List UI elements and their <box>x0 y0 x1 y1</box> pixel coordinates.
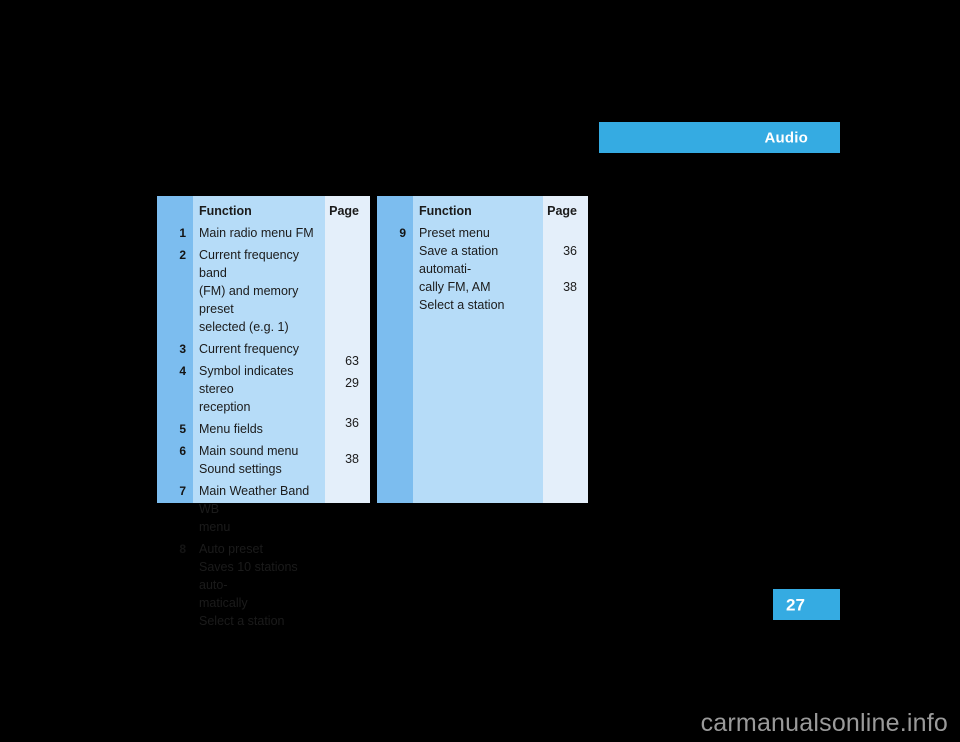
table-left-page-column: Page 63 29 36 38 <box>325 196 370 503</box>
table-right-function-column: Function 9 Preset menu Save a station au… <box>399 196 543 503</box>
row-index: 6 <box>179 444 186 458</box>
row-index: 8 <box>179 542 186 556</box>
row-page-number <box>325 290 370 308</box>
row-function-text: Current frequency band (FM) and memory p… <box>199 248 300 334</box>
table-row: 9 Preset menu Save a station automati- c… <box>399 224 543 314</box>
table-row: 7 Main Weather Band WB menu <box>179 482 325 536</box>
table-row-page <box>325 246 370 264</box>
row-page-number: 63 <box>345 354 359 368</box>
table-row-page: 36 38 <box>543 224 588 296</box>
row-page-number: 29 <box>345 376 359 390</box>
table-row: 8 Auto preset Saves 10 stations auto- ma… <box>179 540 325 630</box>
row-function-text: Current frequency <box>199 342 300 356</box>
column-header-function: Function <box>199 204 252 218</box>
table-row: 1 Main radio menu FM <box>179 224 325 242</box>
row-function-text: Main sound menu Sound settings <box>199 444 299 476</box>
section-header-bar: Audio <box>599 122 840 153</box>
row-function-text: Preset menu Save a station automati- cal… <box>419 226 505 312</box>
row-index: 3 <box>179 342 186 356</box>
table-header-row: Page <box>325 202 370 220</box>
row-function-text: Symbol indicates stereo reception <box>199 364 294 414</box>
row-index: 7 <box>179 484 186 498</box>
row-index: 4 <box>179 364 186 378</box>
table-row-page <box>325 268 370 286</box>
row-function-text: Main Weather Band WB menu <box>199 484 310 534</box>
row-page-number <box>325 268 370 286</box>
table-row-page <box>325 312 370 330</box>
table-row-page: 29 <box>325 374 370 392</box>
table-row: 3 Current frequency <box>179 340 325 358</box>
table-row: 4 Symbol indicates stereo reception <box>179 362 325 416</box>
row-page-number <box>325 246 370 264</box>
page-number-box: 27 <box>773 589 840 620</box>
row-index: 1 <box>179 226 186 240</box>
row-index: 5 <box>179 422 186 436</box>
column-header-function: Function <box>419 204 472 218</box>
legend-table-right: Function 9 Preset menu Save a station au… <box>377 196 588 503</box>
table-header-row: Function <box>193 202 325 220</box>
page-number-label: 27 <box>786 595 805 614</box>
table-row-page: 63 <box>325 334 370 370</box>
column-header-page: Page <box>547 204 577 218</box>
row-function-text: Main radio menu FM <box>199 226 314 240</box>
table-row-page: 36 38 <box>325 396 370 468</box>
table-right-page-values: Page 36 38 <box>543 202 588 296</box>
table-row: 5 Menu fields <box>179 420 325 438</box>
legend-table-left: Function 1 Main radio menu FM 2 Current … <box>157 196 370 628</box>
row-function-text: Menu fields <box>199 422 263 436</box>
table-row: 2 Current frequency band (FM) and memory… <box>179 246 325 336</box>
table-left-page-values: Page 63 29 36 38 <box>325 202 370 468</box>
table-left-function-rows: Function 1 Main radio menu FM 2 Current … <box>179 202 325 630</box>
table-right-edge-stripe <box>377 196 413 503</box>
section-header-label: Audio <box>764 129 808 146</box>
row-page-number <box>325 312 370 330</box>
row-index: 2 <box>179 248 186 262</box>
table-header-row: Page <box>543 202 588 220</box>
row-index: 9 <box>399 226 406 240</box>
watermark-text: carmanualsonline.info <box>700 709 948 737</box>
column-header-page: Page <box>329 204 359 218</box>
table-row: 6 Main sound menu Sound settings <box>179 442 325 478</box>
table-row-page <box>325 290 370 308</box>
row-page-number <box>325 224 370 242</box>
table-header-row: Function <box>413 202 543 220</box>
table-right-function-rows: Function 9 Preset menu Save a station au… <box>399 202 543 314</box>
row-page-number: 36 38 <box>345 416 359 466</box>
table-right-page-column: Page 36 38 <box>543 196 588 503</box>
row-function-text: Auto preset Saves 10 stations auto- mati… <box>199 542 298 628</box>
table-row-page <box>325 224 370 242</box>
row-page-number: 36 38 <box>563 244 577 294</box>
table-left-function-column: Function 1 Main radio menu FM 2 Current … <box>179 196 325 628</box>
